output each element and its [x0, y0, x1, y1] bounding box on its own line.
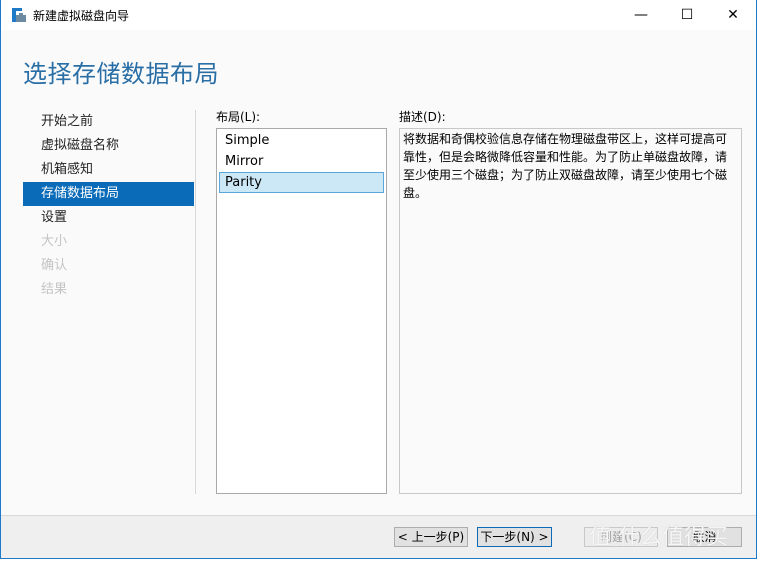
nav-step-settings[interactable]: 设置 [23, 206, 194, 230]
page-title: 选择存储数据布局 [23, 60, 219, 88]
close-button[interactable]: ✕ [710, 0, 756, 30]
create-button: 创建(C) [584, 527, 658, 547]
disk-wizard-icon [12, 8, 26, 22]
nav-divider [195, 110, 196, 494]
next-button[interactable]: 下一步(N) > [477, 527, 552, 547]
maximize-button[interactable]: ☐ [664, 0, 710, 30]
cancel-button[interactable]: 取消 [667, 527, 742, 547]
nav-step-results: 结果 [41, 282, 68, 297]
nav-step-before-you-begin[interactable]: 开始之前 [23, 110, 194, 134]
layout-option-simple[interactable]: Simple [219, 130, 384, 151]
layout-label: 布局(L): [216, 110, 261, 124]
wizard-window: 新建虚拟磁盘向导 — ☐ ✕ 选择存储数据布局 开始之前 虚拟磁盘名称 机箱感知… [0, 0, 757, 559]
layout-option-mirror[interactable]: Mirror [219, 151, 384, 172]
nav-step-enclosure-awareness[interactable]: 机箱感知 [23, 158, 194, 182]
layout-option-parity[interactable]: Parity [219, 172, 384, 193]
wizard-steps-nav: 开始之前 虚拟磁盘名称 机箱感知 存储数据布局 设置 大小 确认 结果 [23, 110, 194, 302]
layout-listbox[interactable]: Simple Mirror Parity [216, 128, 387, 494]
minimize-button[interactable]: — [618, 0, 664, 30]
nav-step-storage-layout[interactable]: 存储数据布局 [23, 182, 194, 206]
window-title: 新建虚拟磁盘向导 [33, 9, 130, 23]
previous-button[interactable]: < 上一步(P) [394, 527, 468, 547]
nav-step-virtual-disk-name[interactable]: 虚拟磁盘名称 [23, 134, 194, 158]
description-box: 将数据和奇偶校验信息存储在物理磁盘带区上，这样可提高可靠性，但是会略微降低容量和… [399, 128, 742, 494]
description-label: 描述(D): [399, 110, 446, 124]
nav-step-size: 大小 [41, 234, 68, 249]
title-bar: 新建虚拟磁盘向导 — ☐ ✕ [1, 0, 756, 30]
nav-step-confirmation: 确认 [41, 258, 68, 273]
